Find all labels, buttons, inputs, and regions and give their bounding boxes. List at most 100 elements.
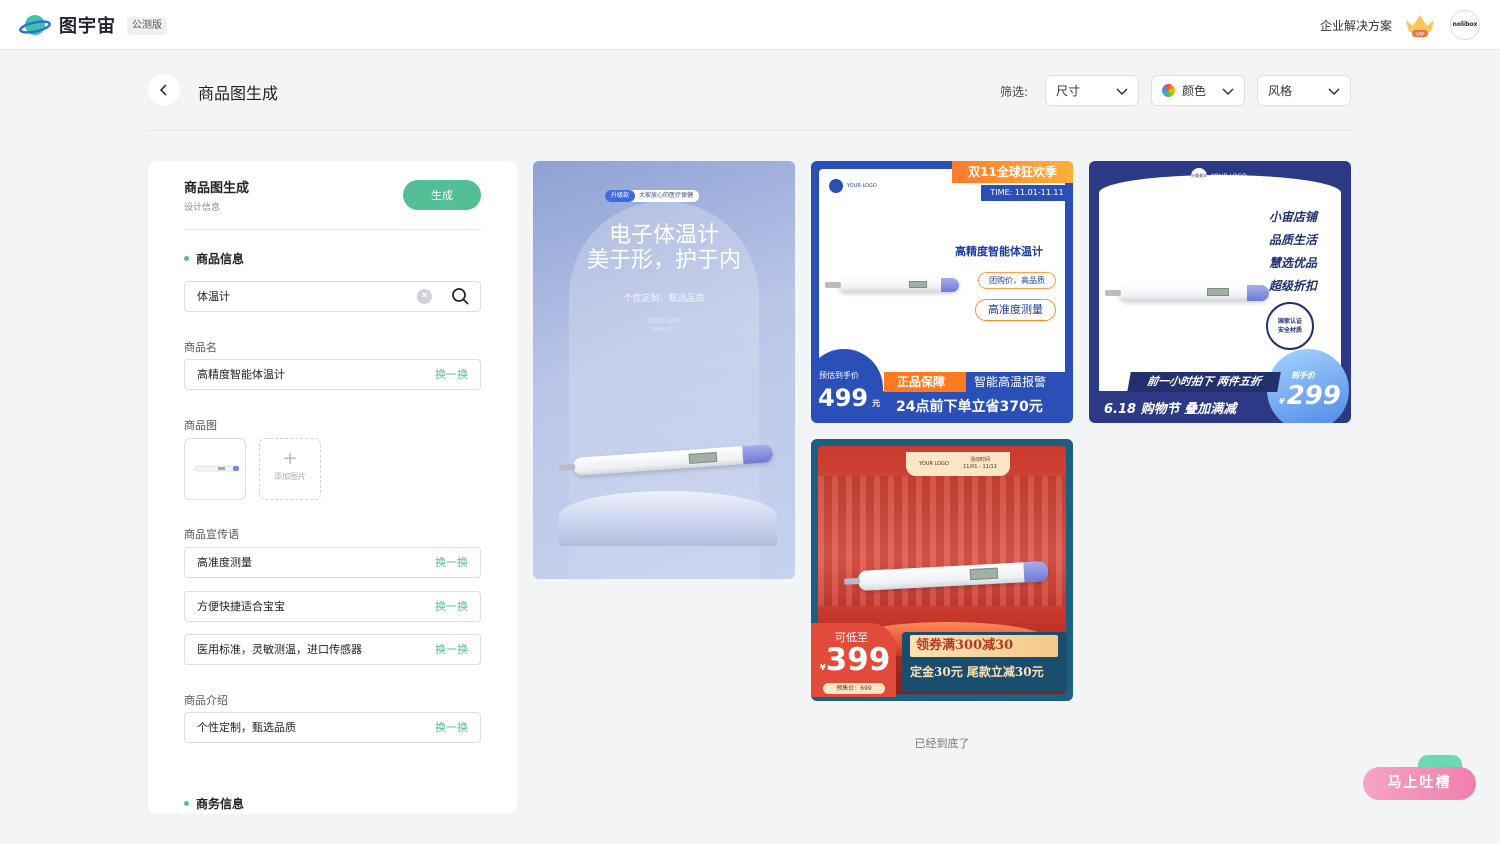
- business-info-heading: 商务信息: [184, 795, 244, 812]
- panel-subtitle: 设计信息: [184, 203, 221, 213]
- user-avatar[interactable]: nolibox: [1450, 10, 1480, 40]
- style-filter-select[interactable]: 风格: [1257, 75, 1351, 106]
- english-line-1: EXCELLENT: [646, 318, 682, 325]
- panel-title: 商品图生成: [184, 181, 250, 196]
- tag-pill: 升级款: [605, 190, 636, 202]
- search-icon[interactable]: [451, 287, 470, 306]
- presale-price: 预售价：699: [823, 683, 885, 694]
- currency: ¥: [1279, 397, 1285, 406]
- generate-button[interactable]: 生成: [403, 180, 481, 210]
- estimated-price-label: 预估到手价: [819, 371, 859, 380]
- logo-circle-icon: [829, 179, 843, 193]
- thermometer-image: [1105, 285, 1269, 301]
- result-card-2[interactable]: YOUR LOGO 双11全球狂欢季 TIME: 11.01-11.11 高精度…: [811, 161, 1073, 423]
- price-label: 到手价: [1291, 371, 1315, 380]
- business-info-heading-text: 商务信息: [196, 797, 245, 811]
- logo-text: YOUR LOGO: [847, 183, 877, 189]
- plus-icon: +: [282, 448, 298, 469]
- slogan-field-1[interactable]: 高准度测量 换一换: [184, 547, 481, 578]
- thermometer-image: [825, 278, 959, 292]
- slogan-value: 医用标准，灵敏测温，进口传感器: [197, 643, 362, 656]
- alarm-strip: 智能高温报警: [966, 372, 1073, 392]
- festival-text: 6.18 购物节 叠加满减: [1104, 402, 1237, 417]
- app-name[interactable]: 图宇宙: [59, 12, 116, 38]
- swap-button[interactable]: 换一换: [435, 713, 468, 742]
- tag-text: 大家放心的医疗保健: [639, 192, 694, 199]
- product-name-field[interactable]: 高精度智能体温计 换一换: [184, 359, 481, 390]
- product-name-label: 商品名: [184, 341, 217, 354]
- vip-crown-icon[interactable]: VIP: [1404, 12, 1436, 38]
- swap-button[interactable]: 换一换: [435, 592, 468, 621]
- chevron-down-icon: [1222, 88, 1234, 96]
- product-info-heading-text: 商品信息: [196, 252, 245, 266]
- slogan-field-3[interactable]: 医用标准，灵敏测温，进口传感器 换一换: [184, 634, 481, 665]
- chevron-down-icon: [1116, 88, 1128, 96]
- feature-line-1: 小宙店铺: [1268, 210, 1317, 224]
- card-logo: YOUR LOGO: [829, 179, 877, 193]
- product-name: 高精度智能体温计: [955, 245, 1043, 258]
- section-dot-icon: [184, 801, 189, 806]
- section-dot-icon: [184, 256, 189, 261]
- back-button[interactable]: [148, 74, 180, 106]
- intro-field[interactable]: 个性定制，甄选品质 换一换: [184, 712, 481, 743]
- event-time: 活动时间 11/01 - 11/11: [963, 457, 997, 471]
- filter-label: 筛选:: [1000, 85, 1029, 99]
- swap-button[interactable]: 换一换: [435, 548, 468, 577]
- add-image-label: 添加图片: [274, 472, 306, 481]
- tag-bar: 升级款 大家放心的医疗保健: [605, 190, 700, 202]
- feedback-button[interactable]: 马上吐槽: [1363, 767, 1476, 800]
- coupon-line-2: 定金30元 尾款立减30元: [910, 665, 1044, 679]
- result-card-3[interactable]: 计算美学 YOUR LOGO 小宙店铺 品质生活 慧选优品 超级折扣 国家认证 …: [1089, 161, 1351, 423]
- card-subtitle: 个性定制，甄选品质: [623, 294, 705, 304]
- thermometer-thumbnail-icon: [194, 465, 240, 472]
- promo-strip: 24点前下单立省370元: [896, 399, 1043, 415]
- product-name-value: 高精度智能体温计: [197, 368, 285, 381]
- slogan-value: 方便快捷适合宝宝: [197, 600, 285, 613]
- card-english-tag: EXCELLENT QUALITY: [533, 318, 795, 334]
- chevron-left-icon: [159, 84, 167, 96]
- color-filter-select[interactable]: 颜色: [1151, 75, 1245, 106]
- feature-line-3: 慧选优品: [1268, 256, 1317, 270]
- price-value: ¥299: [1279, 381, 1341, 411]
- enterprise-solutions-link[interactable]: 企业解决方案: [1320, 17, 1392, 34]
- panel-divider: [184, 229, 481, 230]
- promo-ribbon: 前一小时拍下 两件五折: [1127, 372, 1281, 392]
- slogan-value: 高准度测量: [197, 556, 252, 569]
- event-banner: 双11全球狂欢季: [952, 161, 1073, 183]
- header-divider: [148, 130, 1352, 131]
- english-line-2: QUALITY: [651, 326, 677, 333]
- seal-line-2: 安全材质: [1277, 327, 1302, 334]
- product-search-input[interactable]: 体温计 ✕: [184, 281, 481, 312]
- headline-line-1: 电子体温计: [608, 223, 719, 248]
- podium-top: [559, 491, 777, 541]
- product-info-heading: 商品信息: [184, 250, 244, 267]
- color-filter-value: 颜色: [1182, 84, 1207, 98]
- feature-line-4: 超级折扣: [1268, 279, 1317, 293]
- swap-button[interactable]: 换一换: [435, 635, 468, 664]
- intro-value: 个性定制，甄选品质: [197, 721, 296, 734]
- product-image-thumbnail[interactable]: [184, 438, 246, 500]
- coupon-line-1: 领券满300减30: [910, 635, 1058, 657]
- clear-icon[interactable]: ✕: [417, 289, 432, 304]
- logo-text: YOUR LOGO: [1211, 172, 1247, 180]
- product-search-value: 体温计: [197, 290, 230, 303]
- size-filter-select[interactable]: 尺寸: [1045, 75, 1139, 106]
- design-info-panel: 商品图生成 设计信息 生成 商品信息 体温计 ✕ 商品名 高精度智能体温计 换一…: [148, 161, 517, 814]
- top-bar: 图宇宙 公测版 企业解决方案 VIP nolibox: [0, 0, 1500, 50]
- slogan-field-2[interactable]: 方便快捷适合宝宝 换一换: [184, 591, 481, 622]
- headline-line-2: 美于形，护于内: [586, 248, 741, 273]
- result-card-4[interactable]: YOUR LOGO 活动时间 11/01 - 11/11 可低至 ¥399 预售价…: [811, 439, 1073, 701]
- event-time: TIME: 11.01-11.11: [981, 185, 1073, 201]
- add-image-button[interactable]: + 添加图片: [259, 438, 321, 500]
- page-title: 商品图生成: [198, 84, 279, 103]
- planet-logo-icon[interactable]: [19, 12, 51, 38]
- swap-button[interactable]: 换一换: [435, 360, 468, 389]
- size-filter-value: 尺寸: [1056, 84, 1081, 98]
- price-number: 299: [1286, 381, 1341, 411]
- feature-pill-1: 团购价，高品质: [978, 272, 1056, 289]
- product-image-label: 商品图: [184, 419, 217, 432]
- result-card-1[interactable]: 升级款 大家放心的医疗保健 电子体温计 美于形，护于内 个性定制，甄选品质 EXC…: [533, 161, 795, 579]
- certification-seal: 国家认证 安全材质: [1266, 302, 1314, 350]
- card-header: YOUR LOGO 活动时间 11/01 - 11/11: [906, 452, 1010, 476]
- slogan-label: 商品宣传语: [184, 528, 239, 541]
